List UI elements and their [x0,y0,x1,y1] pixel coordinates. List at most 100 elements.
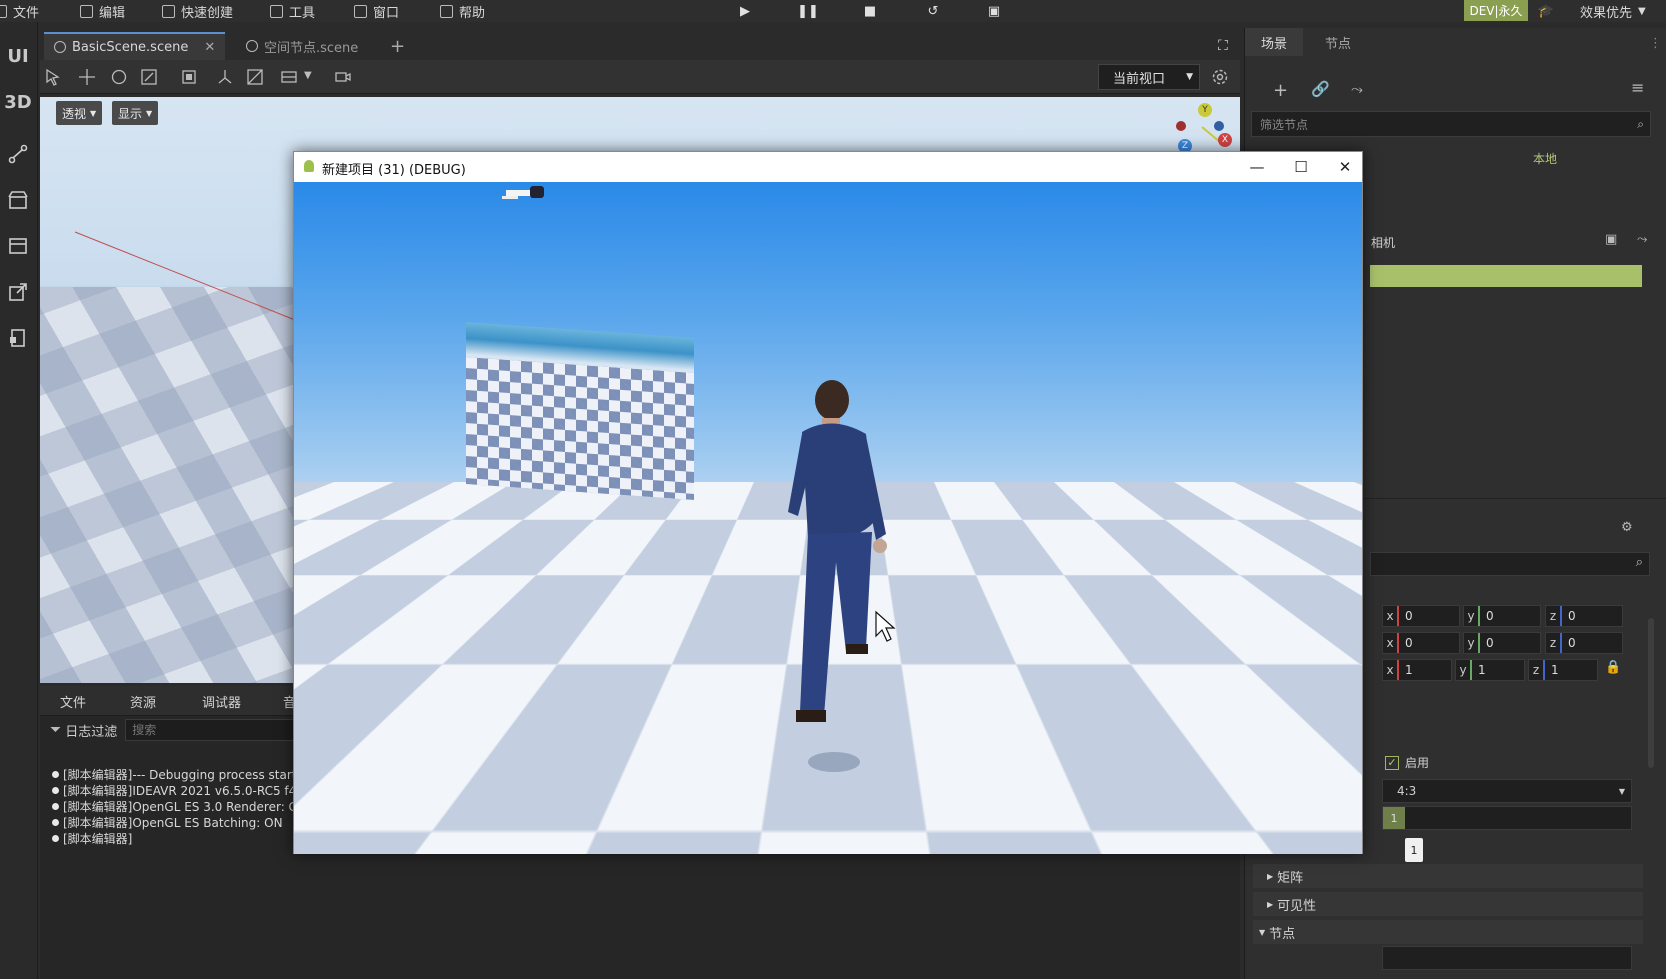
section-node[interactable]: ▼ 节点 [1253,920,1643,944]
neg-axis-icon [1214,121,1224,131]
window-icon [270,4,283,18]
chevron-down-icon: ▼ [1618,786,1625,796]
snap-icon[interactable] [246,68,264,86]
scale-y-field[interactable]: y1 [1455,659,1525,681]
current-viewport-select[interactable]: 当前视口 ▼ [1098,64,1200,90]
chevron-down-icon[interactable]: ▼ [304,70,322,88]
pivot-icon[interactable] [216,68,234,86]
search-icon: ⌕ [1635,555,1643,570]
frame-icon [354,4,367,18]
perspective-dropdown[interactable]: 透视 ▼ [56,101,103,125]
tab-debugger[interactable]: 调试器 [202,692,241,711]
menu-tools[interactable]: 工具 [270,2,315,21]
tab-resources[interactable]: 资源 [130,692,156,711]
select-arrow-icon[interactable] [44,68,62,86]
y-axis-icon[interactable]: Y [1198,103,1212,117]
rect-tool-icon[interactable] [180,68,198,86]
fullscreen-icon[interactable]: ⛶ [1208,32,1238,60]
scale-z-field[interactable]: z1 [1528,659,1598,681]
section-matrix[interactable]: ▶ 矩阵 [1253,864,1643,888]
property-search-input[interactable]: ⌕ [1370,552,1650,576]
asset-icon[interactable] [2,230,34,262]
node-filter-input[interactable]: 筛选节点 ⌕ [1251,111,1651,137]
minimize-icon[interactable]: — [1246,157,1268,177]
add-node-icon[interactable]: + [1273,80,1288,101]
game-window-titlebar[interactable]: 新建项目 (31) (DEBUG) — ☐ ✕ [294,152,1362,182]
local-label[interactable]: 本地 [1533,150,1557,167]
ui-mode-button[interactable]: UI [2,40,34,72]
adjust-icon[interactable]: ⚙ [1621,520,1633,535]
aspect-select[interactable]: 4:3 ▼ [1382,779,1632,803]
clapper-icon[interactable]: ▣ [986,3,1002,19]
graduation-cap-icon[interactable]: 🎓 [1538,3,1554,19]
panel-menu-icon[interactable]: ⋮ [1649,36,1662,51]
position-x-field[interactable]: x0 [1382,605,1460,627]
tab-node[interactable]: 节点 [1309,28,1367,56]
chevron-down-icon: ▼ [1186,72,1193,82]
node-field[interactable] [1382,946,1632,970]
menu-edit[interactable]: 编辑 [80,2,125,21]
tab-space-node-scene[interactable]: 空间节点.scene [236,32,368,60]
node-branch-icon[interactable]: ⤳ [1351,80,1363,98]
reload-icon[interactable]: ↺ [925,3,941,19]
tab-file[interactable]: 文件 [60,692,86,711]
menu-window[interactable]: 窗口 [354,2,399,21]
position-y-field[interactable]: y0 [1463,605,1541,627]
enable-checkbox[interactable]: ✓ 启用 [1385,754,1429,771]
document-icon[interactable] [2,322,34,354]
add-tab-button[interactable]: + [380,32,415,60]
quality-dropdown[interactable]: 效果优先 ▼ [1580,2,1646,21]
pause-icon[interactable]: ❚❚ [797,3,819,19]
position-z-field[interactable]: z0 [1545,605,1623,627]
store-icon[interactable] [2,184,34,216]
move-icon[interactable] [78,68,96,86]
rotation-y-field[interactable]: y0 [1463,632,1541,654]
node-branch-icon[interactable]: ⤳ [1637,232,1647,247]
camera-icon[interactable] [334,68,352,86]
stop-icon[interactable]: ■ [862,3,878,19]
three-d-mode-button[interactable]: 3D [2,86,34,118]
value-slider[interactable]: 1 [1382,806,1632,830]
x-axis-icon[interactable]: X [1218,133,1232,147]
chevron-down-icon: ▼ [1638,5,1646,17]
section-visibility[interactable]: ▶ 可见性 [1253,892,1643,916]
dev-badge: DEV|永久 [1464,0,1528,21]
edit-icon [162,4,175,18]
list-icon[interactable]: ≡ [1631,78,1644,97]
filter-icon[interactable]: ⏷ [50,722,61,738]
menu-quick-create[interactable]: 快速创建 [162,2,233,21]
scale-x-field[interactable]: x1 [1382,659,1452,681]
tab-basic-scene[interactable]: BasicScene.scene ✕ [44,32,226,60]
scale-icon[interactable] [140,68,158,86]
lock-icon[interactable]: 🔒 [1605,660,1621,675]
game-render-view[interactable] [294,182,1362,854]
export-icon[interactable] [2,276,34,308]
rotate-icon[interactable] [110,68,128,86]
display-dropdown[interactable]: 显示 ▼ [112,101,159,125]
game-window-title: 新建项目 (31) (DEBUG) [322,163,466,178]
close-icon[interactable]: ✕ [1334,157,1356,177]
log-line: [脚本编辑器] [52,830,132,847]
chevron-right-icon: ▶ [1267,899,1274,909]
tab-scene[interactable]: 场景 [1245,28,1304,56]
rotation-z-field[interactable]: z0 [1545,632,1623,654]
close-icon[interactable]: ✕ [204,40,215,55]
camera-node-label[interactable]: 相机 [1371,234,1395,251]
maximize-icon[interactable]: ☐ [1290,157,1312,177]
rotation-x-field[interactable]: x0 [1382,632,1460,654]
link-icon[interactable]: 🔗 [1311,80,1330,98]
scrollbar[interactable] [1648,618,1654,768]
left-toolbar: UI 3D [0,22,38,979]
menu-file[interactable]: 文件 [0,2,39,21]
selected-node-row[interactable] [1370,265,1642,287]
gear-icon[interactable] [1211,68,1229,86]
log-filter-label[interactable]: 日志过滤 [65,721,117,740]
camera-film-icon[interactable]: ▣ [1605,232,1617,247]
grid-icon[interactable] [280,68,298,86]
play-icon[interactable]: ▶ [737,3,753,19]
scene-icon [54,41,66,53]
axis-gizmo[interactable]: Y X Z [1174,103,1236,155]
node-graph-icon[interactable] [2,138,34,170]
game-debug-window[interactable]: 新建项目 (31) (DEBUG) — ☐ ✕ [293,151,1363,854]
menu-help[interactable]: 帮助 [440,2,485,21]
